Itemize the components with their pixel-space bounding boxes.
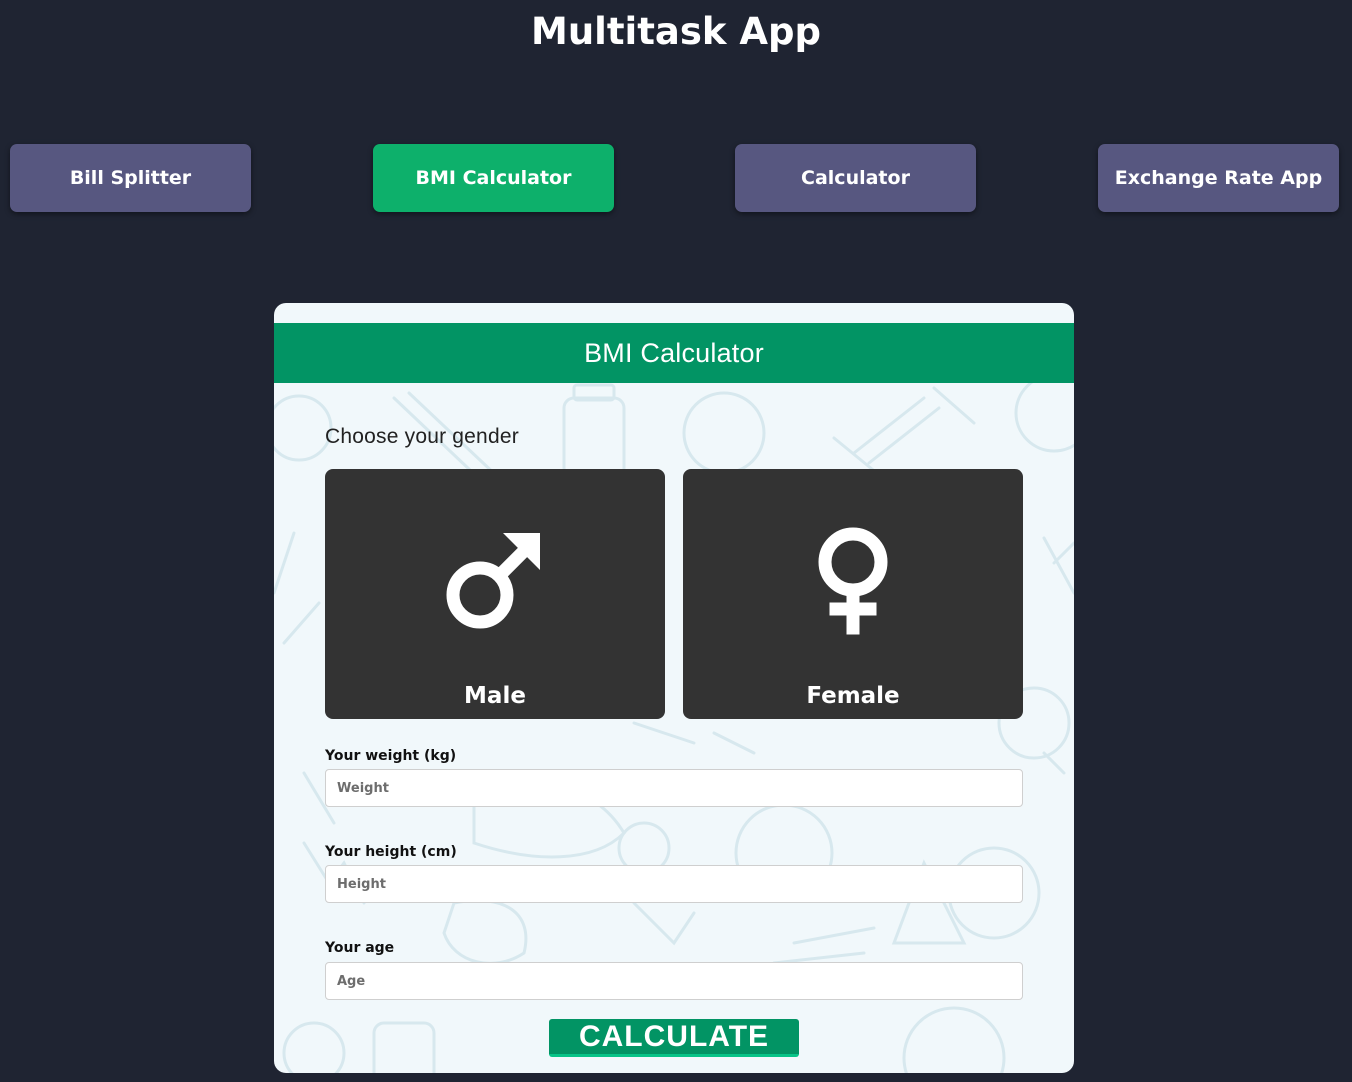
gender-female-button[interactable]: Female xyxy=(683,469,1023,719)
height-label: Your height (cm) xyxy=(325,844,457,860)
nav-exchange-rate-app-button[interactable]: Exchange Rate App xyxy=(1098,144,1339,212)
nav-bmi-calculator-button[interactable]: BMI Calculator xyxy=(373,144,614,212)
height-input[interactable] xyxy=(325,865,1023,903)
bmi-calculator-card: BMI Calculator Choose your gender Male F… xyxy=(274,303,1074,1073)
weight-input[interactable] xyxy=(325,769,1023,807)
age-input[interactable] xyxy=(325,962,1023,1000)
calculate-button[interactable]: CALCULATE xyxy=(549,1019,799,1057)
card-header-title: BMI Calculator xyxy=(274,323,1074,383)
app-title: Multitask App xyxy=(531,10,821,53)
gender-male-button[interactable]: Male xyxy=(325,469,665,719)
nav-bill-splitter-button[interactable]: Bill Splitter xyxy=(10,144,251,212)
female-symbol-icon xyxy=(818,527,888,635)
gender-male-label: Male xyxy=(464,683,526,709)
nav-calculator-button[interactable]: Calculator xyxy=(735,144,976,212)
male-symbol-icon xyxy=(446,533,540,629)
gender-prompt: Choose your gender xyxy=(325,425,519,448)
gender-female-label: Female xyxy=(806,683,900,709)
age-label: Your age xyxy=(325,940,395,956)
weight-label: Your weight (kg) xyxy=(325,748,457,764)
